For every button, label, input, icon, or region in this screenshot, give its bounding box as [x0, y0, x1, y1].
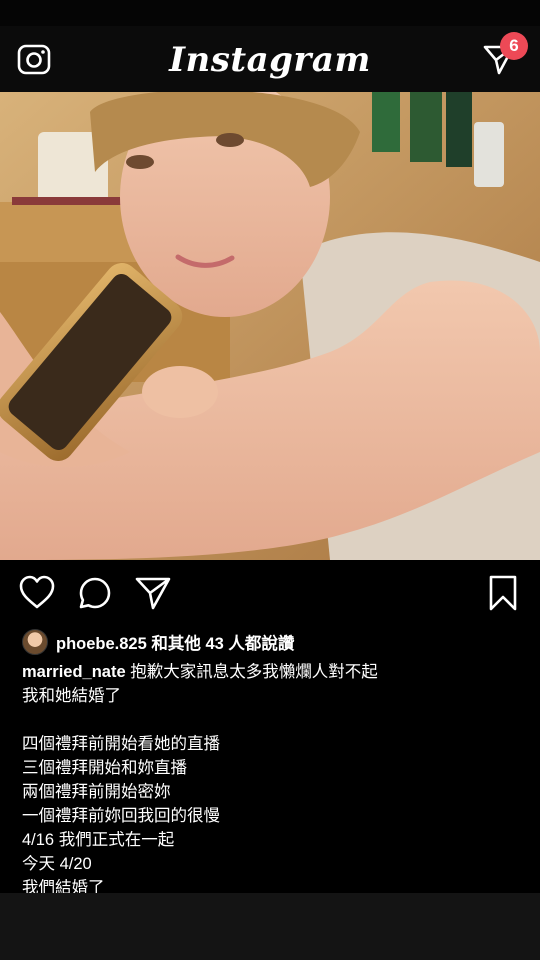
post-image[interactable]	[0, 92, 540, 560]
caption-line: 4/16 我們正式在一起	[22, 831, 175, 849]
post-actions	[0, 568, 540, 618]
share-icon[interactable]	[134, 574, 172, 612]
caption-line: 四個禮拜前開始看她的直播	[22, 735, 220, 753]
caption-first-line: 抱歉大家訊息太多我懶爛人對不起	[130, 663, 378, 681]
post-caption: married_nate 抱歉大家訊息太多我懶爛人對不起 我和她結婚了 四個禮拜…	[22, 660, 522, 900]
caption-line: 一個禮拜前妳回我回的很慢	[22, 807, 220, 825]
caption-line: 今天 4/20	[22, 855, 92, 873]
app-header: Instagram 6	[0, 26, 540, 92]
bookmark-icon[interactable]	[484, 574, 522, 612]
caption-line: 三個禮拜開始和妳直播	[22, 759, 187, 777]
liked-by-username[interactable]: phoebe.825	[56, 635, 147, 653]
caption-line: 我和她結婚了	[22, 687, 121, 705]
caption-line: married_nate 抱歉大家訊息太多我懶爛人對不起	[22, 660, 522, 684]
instagram-logo: Instagram	[169, 40, 371, 80]
author-username[interactable]: married_nate	[22, 663, 126, 681]
notification-badge: 6	[500, 32, 528, 60]
caption-line: 兩個禮拜前開始密妳	[22, 783, 171, 801]
likes-text: phoebe.825 和其他 43 人都說讚	[56, 630, 294, 654]
heart-icon[interactable]	[18, 574, 56, 612]
comment-icon[interactable]	[76, 574, 114, 612]
liked-by-count[interactable]: 和其他 43 人都說讚	[151, 635, 294, 653]
avatar[interactable]	[22, 629, 48, 655]
redacted-status-bar	[0, 0, 540, 26]
redacted-area	[0, 893, 540, 960]
caption-line	[22, 708, 522, 732]
